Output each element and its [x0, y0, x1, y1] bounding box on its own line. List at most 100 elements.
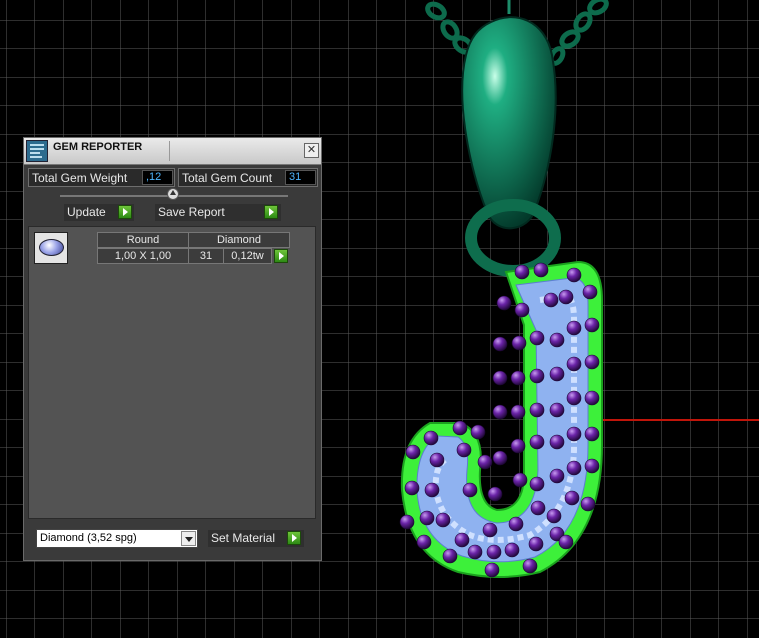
slider-handle[interactable] [167, 188, 179, 200]
total-gem-count-value: 31 [285, 170, 316, 185]
round-gem-thumbnail [34, 232, 68, 264]
prong-bead [405, 444, 421, 460]
prong-bead [549, 402, 565, 418]
prong-bead [452, 420, 468, 436]
set-material-button-label: Set Material [211, 531, 276, 545]
prong-bead [419, 510, 435, 526]
prong-bead [529, 476, 545, 492]
prong-bead [522, 558, 538, 574]
panel-title: GEM REPORTER [53, 141, 143, 153]
total-gem-weight-value: ,12 [142, 170, 173, 185]
prong-bead [416, 534, 432, 550]
prong-bead [492, 336, 508, 352]
prong-bead [566, 426, 582, 442]
prong-bead [462, 482, 478, 498]
prong-bead [529, 368, 545, 384]
update-button-label: Update [67, 205, 106, 219]
save-report-button[interactable]: Save Report [155, 204, 281, 221]
prong-bead [423, 430, 439, 446]
play-arrow-icon [264, 205, 278, 219]
prong-bead [584, 317, 600, 333]
gem-size: 1,00 X 1,00 [97, 248, 189, 264]
prong-bead [508, 516, 524, 532]
prong-bead [454, 532, 470, 548]
prong-bead [529, 434, 545, 450]
prong-bead [514, 302, 530, 318]
prong-bead [429, 452, 445, 468]
prong-bead [549, 468, 565, 484]
prong-bead [424, 482, 440, 498]
prong-bead [512, 472, 528, 488]
gem-reporter-app-icon [26, 140, 48, 162]
prong-bead [584, 354, 600, 370]
prong-bead [510, 370, 526, 386]
play-arrow-icon[interactable] [274, 249, 288, 263]
prong-bead [543, 292, 559, 308]
prong-bead [528, 536, 544, 552]
gem-weight: 0,12tw [223, 248, 272, 264]
total-gem-weight: Total Gem Weight ,12 [28, 168, 175, 187]
prong-bead [582, 284, 598, 300]
prong-bead [584, 426, 600, 442]
prong-bead [404, 480, 420, 496]
save-report-button-label: Save Report [158, 205, 225, 219]
prong-bead [558, 534, 574, 550]
prong-bead [484, 562, 500, 578]
prong-bead [442, 548, 458, 564]
title-separator [169, 141, 170, 161]
prong-bead [566, 267, 582, 283]
prong-bead [584, 458, 600, 474]
prong-bead [510, 404, 526, 420]
prong-bead [549, 434, 565, 450]
chevron-down-icon[interactable] [181, 531, 196, 546]
set-material-button[interactable]: Set Material [208, 530, 304, 547]
prong-bead [477, 454, 493, 470]
play-arrow-icon [118, 205, 132, 219]
total-gem-count-label: Total Gem Count [182, 171, 273, 185]
prong-bead [529, 402, 545, 418]
gem-shape: Round [97, 232, 189, 248]
prong-bead [529, 330, 545, 346]
prong-bead [492, 370, 508, 386]
prong-bead [530, 500, 546, 516]
prong-bead [566, 460, 582, 476]
prong-bead [435, 512, 451, 528]
prong-bead [564, 490, 580, 506]
total-gem-weight-label: Total Gem Weight [32, 171, 128, 185]
prong-bead [566, 320, 582, 336]
prong-bead [399, 514, 415, 530]
prong-bead [546, 508, 562, 524]
prong-bead [514, 264, 530, 280]
close-button[interactable]: ✕ [304, 143, 319, 158]
prong-bead [470, 424, 486, 440]
prong-bead [533, 262, 549, 278]
play-arrow-icon [287, 531, 301, 545]
prong-bead [549, 332, 565, 348]
prong-bead [467, 544, 483, 560]
prong-bead [580, 496, 596, 512]
prong-bead [486, 544, 502, 560]
panel-titlebar[interactable]: GEM REPORTER ✕ [24, 138, 321, 165]
gem-reporter-panel: GEM REPORTER ✕ Total Gem Weight ,12 Tota… [23, 137, 322, 561]
gem-count: 31 [188, 248, 224, 264]
prong-bead [496, 295, 512, 311]
prong-bead [487, 486, 503, 502]
prong-bead [566, 356, 582, 372]
gem-list: Round Diamond 1,00 X 1,00 31 0,12tw [28, 226, 316, 519]
prong-bead [510, 438, 526, 454]
prong-bead [549, 366, 565, 382]
total-gem-count: Total Gem Count 31 [178, 168, 318, 187]
prong-bead [492, 450, 508, 466]
prong-bead [492, 404, 508, 420]
prong-bead [456, 442, 472, 458]
prong-bead [558, 289, 574, 305]
material-select[interactable]: Diamond (3,52 spg) [36, 529, 198, 548]
prong-bead [511, 335, 527, 351]
gem-material: Diamond [188, 232, 290, 248]
prong-bead [566, 390, 582, 406]
material-select-value: Diamond (3,52 spg) [40, 532, 137, 544]
update-button[interactable]: Update [64, 204, 134, 221]
prong-bead [584, 390, 600, 406]
prong-bead [482, 522, 498, 538]
prong-bead [504, 542, 520, 558]
